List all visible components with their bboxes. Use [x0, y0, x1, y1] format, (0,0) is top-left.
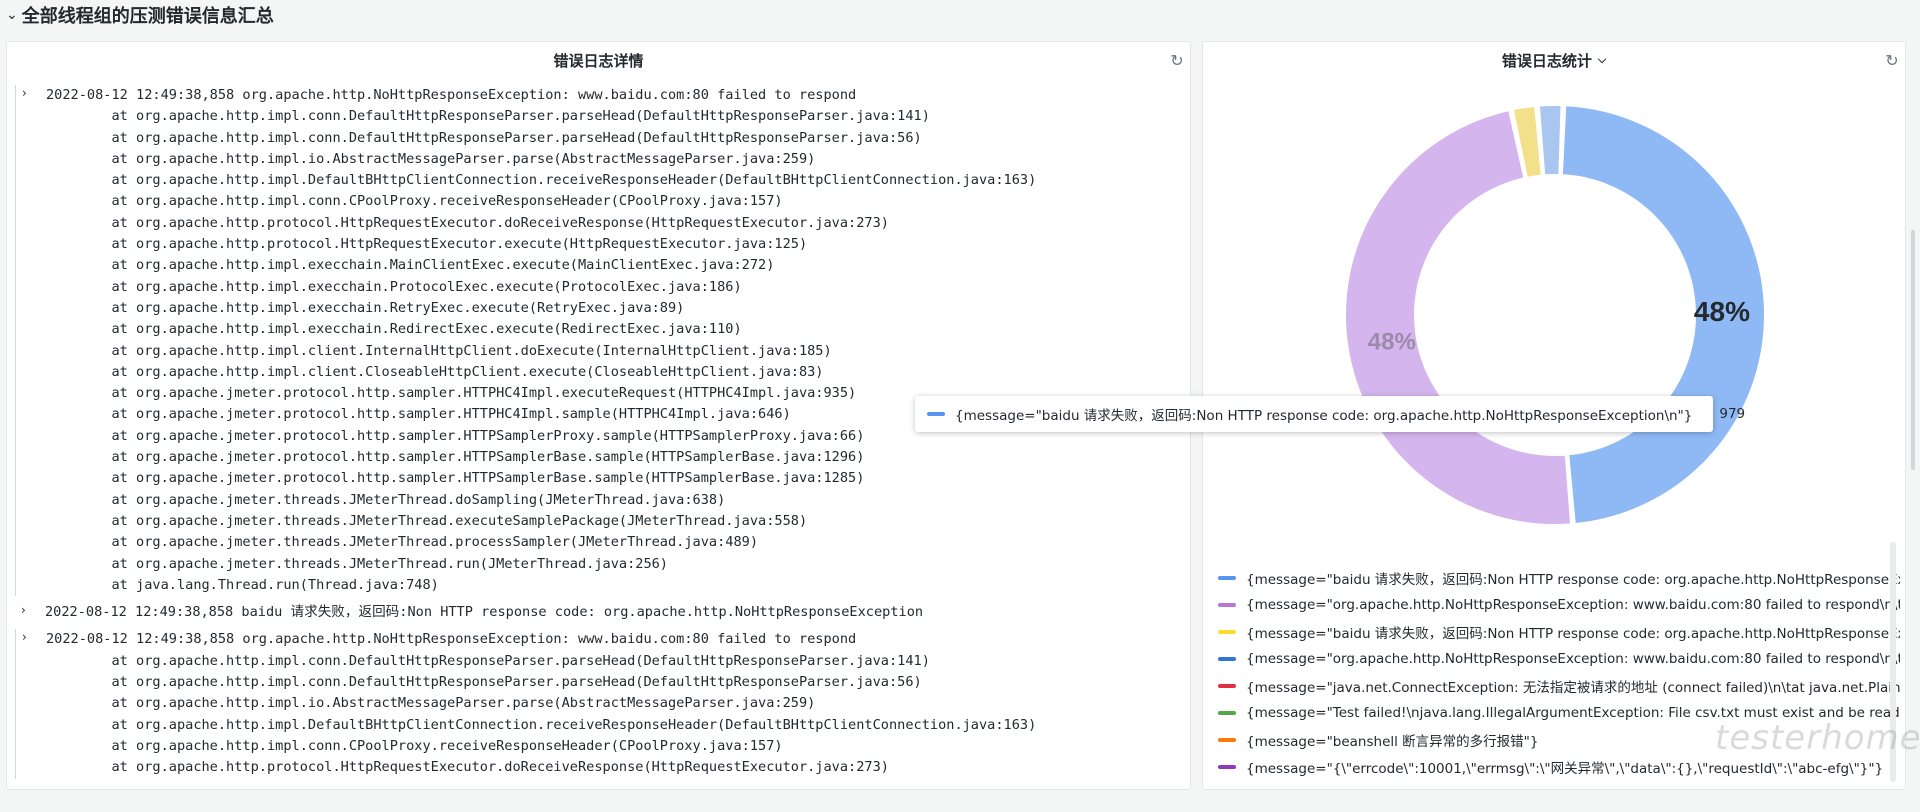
log-text: 2022-08-12 12:49:38,858 baidu 请求失败，返回码:N…: [45, 604, 924, 621]
legend-label: {message="{\"errcode\":10001,\"errmsg\":…: [1246, 760, 1884, 777]
panel-title: 错误日志详情: [553, 51, 644, 70]
legend-swatch: [1218, 575, 1236, 580]
legend-label: {message="java.net.ConnectException: 无法指…: [1246, 679, 1900, 696]
log-entry[interactable]: › 2022-08-12 12:49:38,858 baidu 请求失败，返回码:…: [15, 602, 1187, 623]
legend-label: {message="baidu 请求失败，返回码:Non HTTP respon…: [1246, 571, 1900, 588]
legend-swatch: [1218, 764, 1236, 769]
panel-title: 错误日志统计: [1501, 51, 1592, 70]
expand-chevron-icon[interactable]: ›: [22, 630, 27, 644]
log-list[interactable]: › 2022-08-12 12:49:38,858 org.apache.http…: [15, 85, 1187, 812]
legend-swatch: [1218, 656, 1236, 661]
log-text: 2022-08-12 12:49:38,858 org.apache.http.…: [46, 87, 1037, 593]
legend-label: {message="org.apache.http.NoHttpResponse…: [1246, 596, 1900, 613]
tooltip-label: {message="baidu 请求失败，返回码:Non HTTP respon…: [955, 408, 1693, 424]
donut-data-label: 48%: [1368, 328, 1416, 355]
log-entry[interactable]: › 2022-08-12 12:49:38,858 org.apache.http…: [15, 85, 1187, 597]
panel-title-wrap[interactable]: 错误日志统计 ⌵: [1203, 42, 1905, 78]
legend-swatch: [1218, 602, 1236, 607]
expand-chevron-icon[interactable]: ›: [22, 86, 27, 100]
legend-item[interactable]: {message="baidu 请求失败，返回码:Non HTTP respon…: [1210, 618, 1900, 645]
tooltip-count: 979: [1719, 406, 1746, 422]
refresh-icon[interactable]: ↻: [1168, 52, 1186, 70]
legend-item[interactable]: {message="java.net.ConnectException: 无法指…: [1210, 672, 1900, 699]
legend-swatch: [1218, 710, 1236, 715]
donut-data-label: 48%: [1694, 296, 1750, 327]
legend-label: {message="beanshell 断言异常的多行报错"}: [1246, 733, 1539, 750]
legend-swatch: [1218, 683, 1236, 688]
legend-swatch: [1218, 629, 1236, 634]
legend-label: {message="baidu 请求失败，返回码:Non HTTP respon…: [1246, 625, 1900, 642]
log-entry[interactable]: › 2022-08-12 12:49:38,858 org.apache.http…: [15, 629, 1187, 779]
donut-slice[interactable]: [1537, 104, 1563, 177]
legend-label: {message="org.apache.http.NoHttpResponse…: [1246, 650, 1900, 667]
refresh-icon[interactable]: ↻: [1883, 52, 1901, 70]
legend-item[interactable]: {message="org.apache.http.NoHttpResponse…: [1210, 645, 1900, 672]
expand-chevron-icon[interactable]: ›: [21, 603, 26, 617]
row-title: 全部线程组的压测错误信息汇总: [21, 6, 274, 27]
legend-item[interactable]: {message="baidu 请求失败，返回码:Non HTTP respon…: [1210, 564, 1900, 591]
legend-swatch: [1218, 737, 1236, 742]
tooltip-swatch: [927, 412, 945, 416]
chart-tooltip: {message="baidu 请求失败，返回码:Non HTTP respon…: [915, 396, 1745, 432]
legend-item[interactable]: {message="org.apache.http.NoHttpResponse…: [1210, 591, 1900, 618]
log-text: 2022-08-12 12:49:38,858 org.apache.http.…: [46, 631, 1037, 776]
chevron-down-icon: ⌵: [1597, 53, 1607, 66]
error-stats-donut-chart[interactable]: 48% 48%: [1300, 90, 1780, 540]
watermark: testerhome.com: [1715, 718, 1920, 758]
chevron-down-icon[interactable]: ⌄: [6, 7, 18, 23]
row-header[interactable]: ⌄ 全部线程组的压测错误信息汇总: [0, 0, 1920, 30]
page-scrollbar[interactable]: [1911, 230, 1915, 470]
